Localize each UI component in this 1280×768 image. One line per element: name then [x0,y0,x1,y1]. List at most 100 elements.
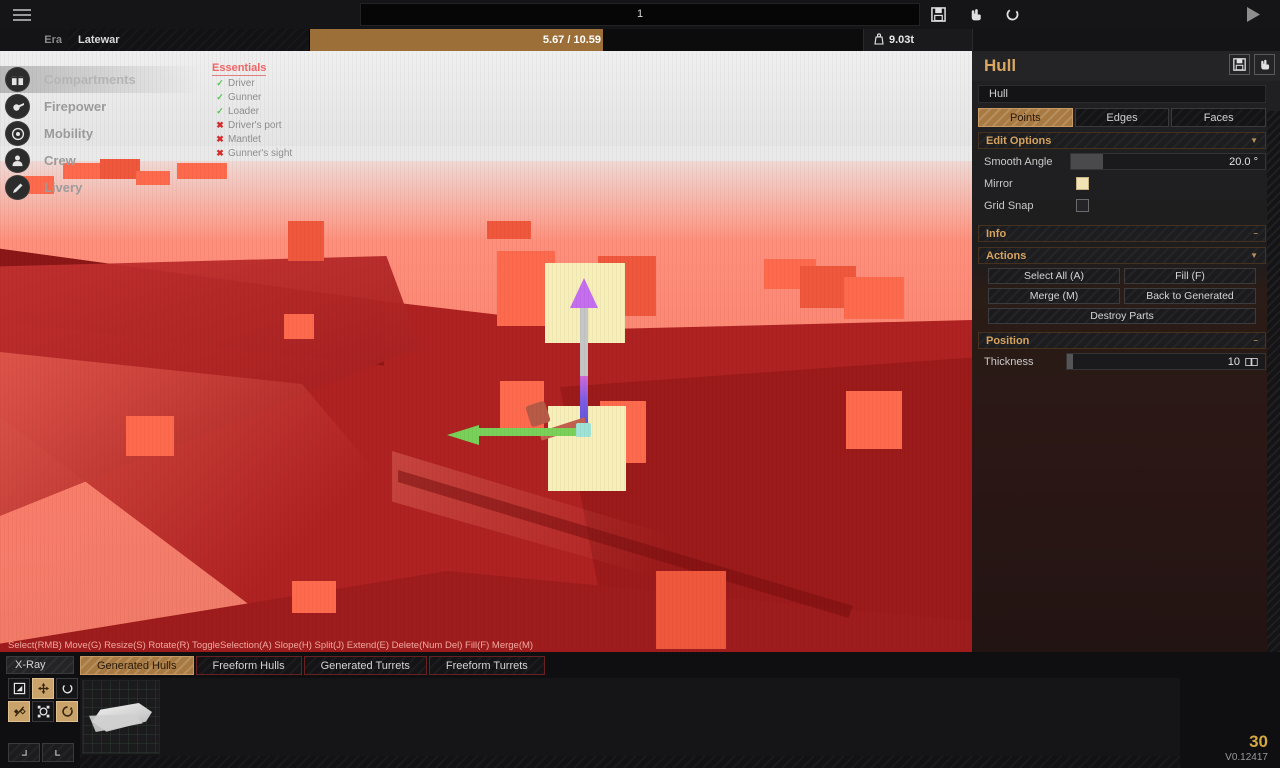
select-all-button[interactable]: Select All (A) [988,268,1120,284]
era-label: Era [44,34,62,46]
object-name-input[interactable]: Hull [978,85,1266,103]
smooth-angle-value: 20.0 ° [1229,155,1258,168]
section-info-title: Info [986,227,1007,240]
gallery-footer [80,756,1180,768]
sidebar-item-compartments[interactable]: Compartments [0,66,200,93]
box-icon [5,67,30,92]
section-position[interactable]: Position – [978,332,1266,349]
sidebar-item-firepower[interactable]: Firepower [0,93,200,120]
tab-points[interactable]: Points [978,108,1073,127]
refresh-icon[interactable] [1004,6,1021,23]
era-value[interactable]: Latewar [68,29,310,51]
hull-part-block[interactable] [656,571,726,649]
sidebar-item-livery[interactable]: Livery [0,174,200,201]
check-icon: ✓ [216,105,224,116]
gizmo-x-axis[interactable] [470,428,585,436]
mirror-checkbox[interactable] [1076,177,1089,190]
hull-gallery [80,678,1180,756]
play-button[interactable] [1244,5,1262,24]
mirror-tool[interactable] [8,701,30,722]
section-actions[interactable]: Actions ▼ [978,247,1266,264]
essentials-list: ✓ Driver ✓ Gunner ✓ Loader ✖ Driver's port ✖ Mant… [212,76,342,160]
person-icon [5,148,30,173]
hull-part-block[interactable] [288,221,324,261]
weight-icon [874,32,884,48]
properties-panel-scrollbar[interactable] [1267,111,1280,741]
tab-edges[interactable]: Edges [1074,108,1170,127]
grid-snap-checkbox[interactable] [1076,199,1089,212]
section-edit-options[interactable]: Edit Options ▼ [978,132,1266,149]
sidebar-item-label: Compartments [44,72,136,87]
back-to-generated-button[interactable]: Back to Generated [1124,288,1256,304]
save-preset-button[interactable] [1229,54,1250,75]
hull-part-block[interactable] [844,277,904,319]
hand-icon[interactable] [967,6,984,23]
smooth-angle-slider[interactable]: 20.0 ° [1070,153,1266,170]
collapse-icon: – [1253,229,1258,238]
local-global-tool[interactable] [56,701,78,722]
undo-button[interactable] [8,743,40,762]
library-tab-generated-turrets[interactable]: Generated Turrets [303,656,427,675]
grid-snap-label: Grid Snap [984,199,1034,212]
thickness-slider-handle[interactable] [1067,354,1073,369]
smooth-angle-slider-handle[interactable] [1071,154,1103,169]
category-sidebar: Compartments Firepower Mobility Crew Livery [0,66,200,201]
transform-tool-grid [8,678,78,722]
library-tab-freeform-hulls[interactable]: Freeform Hulls [195,656,302,675]
hull-thumbnail-1[interactable] [82,680,160,754]
element-mode-tabs: Points Edges Faces [978,108,1267,127]
mirror-row: Mirror [978,174,1266,193]
collapse-icon-position: – [1253,336,1258,345]
hull-part-block[interactable] [292,581,336,613]
redo-button[interactable] [42,743,74,762]
destroy-parts-button[interactable]: Destroy Parts [988,308,1256,324]
fill-button[interactable]: Fill (F) [1124,268,1256,284]
pivot-tool[interactable] [32,701,54,722]
weight-progress-text: 5.67 / 10.59 [542,34,601,46]
properties-header-buttons [1229,54,1275,75]
essentials-item-label: Driver's port [228,119,282,131]
essentials-title: Essentials [212,62,267,76]
sidebar-item-label: Livery [44,180,83,195]
grid-snap-row: Grid Snap [978,196,1266,215]
hull-part-block[interactable] [126,416,174,456]
version-label: V0.12417 [1225,752,1268,763]
scale-tool[interactable] [8,678,30,699]
rotate-tool[interactable] [56,678,78,699]
section-edit-options-title: Edit Options [986,134,1052,147]
brush-icon [5,175,30,200]
library-tab-generated-hulls[interactable]: Generated Hulls [80,656,194,675]
sidebar-item-mobility[interactable]: Mobility [0,120,200,147]
gun-icon [5,94,30,119]
era-weight-bar: Era Latewar 5.67 / 10.59 9.03t [0,29,1280,51]
section-info[interactable]: Info – [978,225,1266,242]
tab-faces[interactable]: Faces [1171,108,1267,127]
thickness-unit-icon [1245,357,1258,366]
sidebar-item-crew[interactable]: Crew [0,147,200,174]
essentials-item: ✓ Gunner [212,90,342,104]
essentials-item: ✖ Gunner's sight [212,146,342,160]
essentials-item-label: Gunner [228,91,262,103]
mass-value: 9.03t [889,34,915,46]
essentials-item-label: Mantlet [228,133,261,145]
move-tool[interactable] [32,678,54,699]
top-icon-group [930,0,1021,29]
gizmo-center-handle[interactable] [576,423,591,437]
hull-part-block[interactable] [284,314,314,339]
thickness-slider[interactable]: 10 [1066,353,1266,370]
hull-part-block[interactable] [487,221,531,239]
xray-toggle[interactable]: X-Ray [6,656,74,674]
save-icon[interactable] [930,6,947,23]
section-position-title: Position [986,334,1030,347]
load-preset-button[interactable] [1254,54,1275,75]
library-tab-freeform-turrets[interactable]: Freeform Turrets [428,656,545,675]
hull-part-block[interactable] [846,391,902,449]
merge-button[interactable]: Merge (M) [988,288,1120,304]
sidebar-item-label: Firepower [44,99,107,114]
essentials-item: ✖ Mantlet [212,132,342,146]
hamburger-menu-icon[interactable] [0,0,44,29]
project-name-input[interactable]: 1 [360,3,920,26]
sidebar-item-label: Crew [44,153,76,168]
undo-redo-group [8,743,74,762]
section-actions-title: Actions [986,249,1027,262]
